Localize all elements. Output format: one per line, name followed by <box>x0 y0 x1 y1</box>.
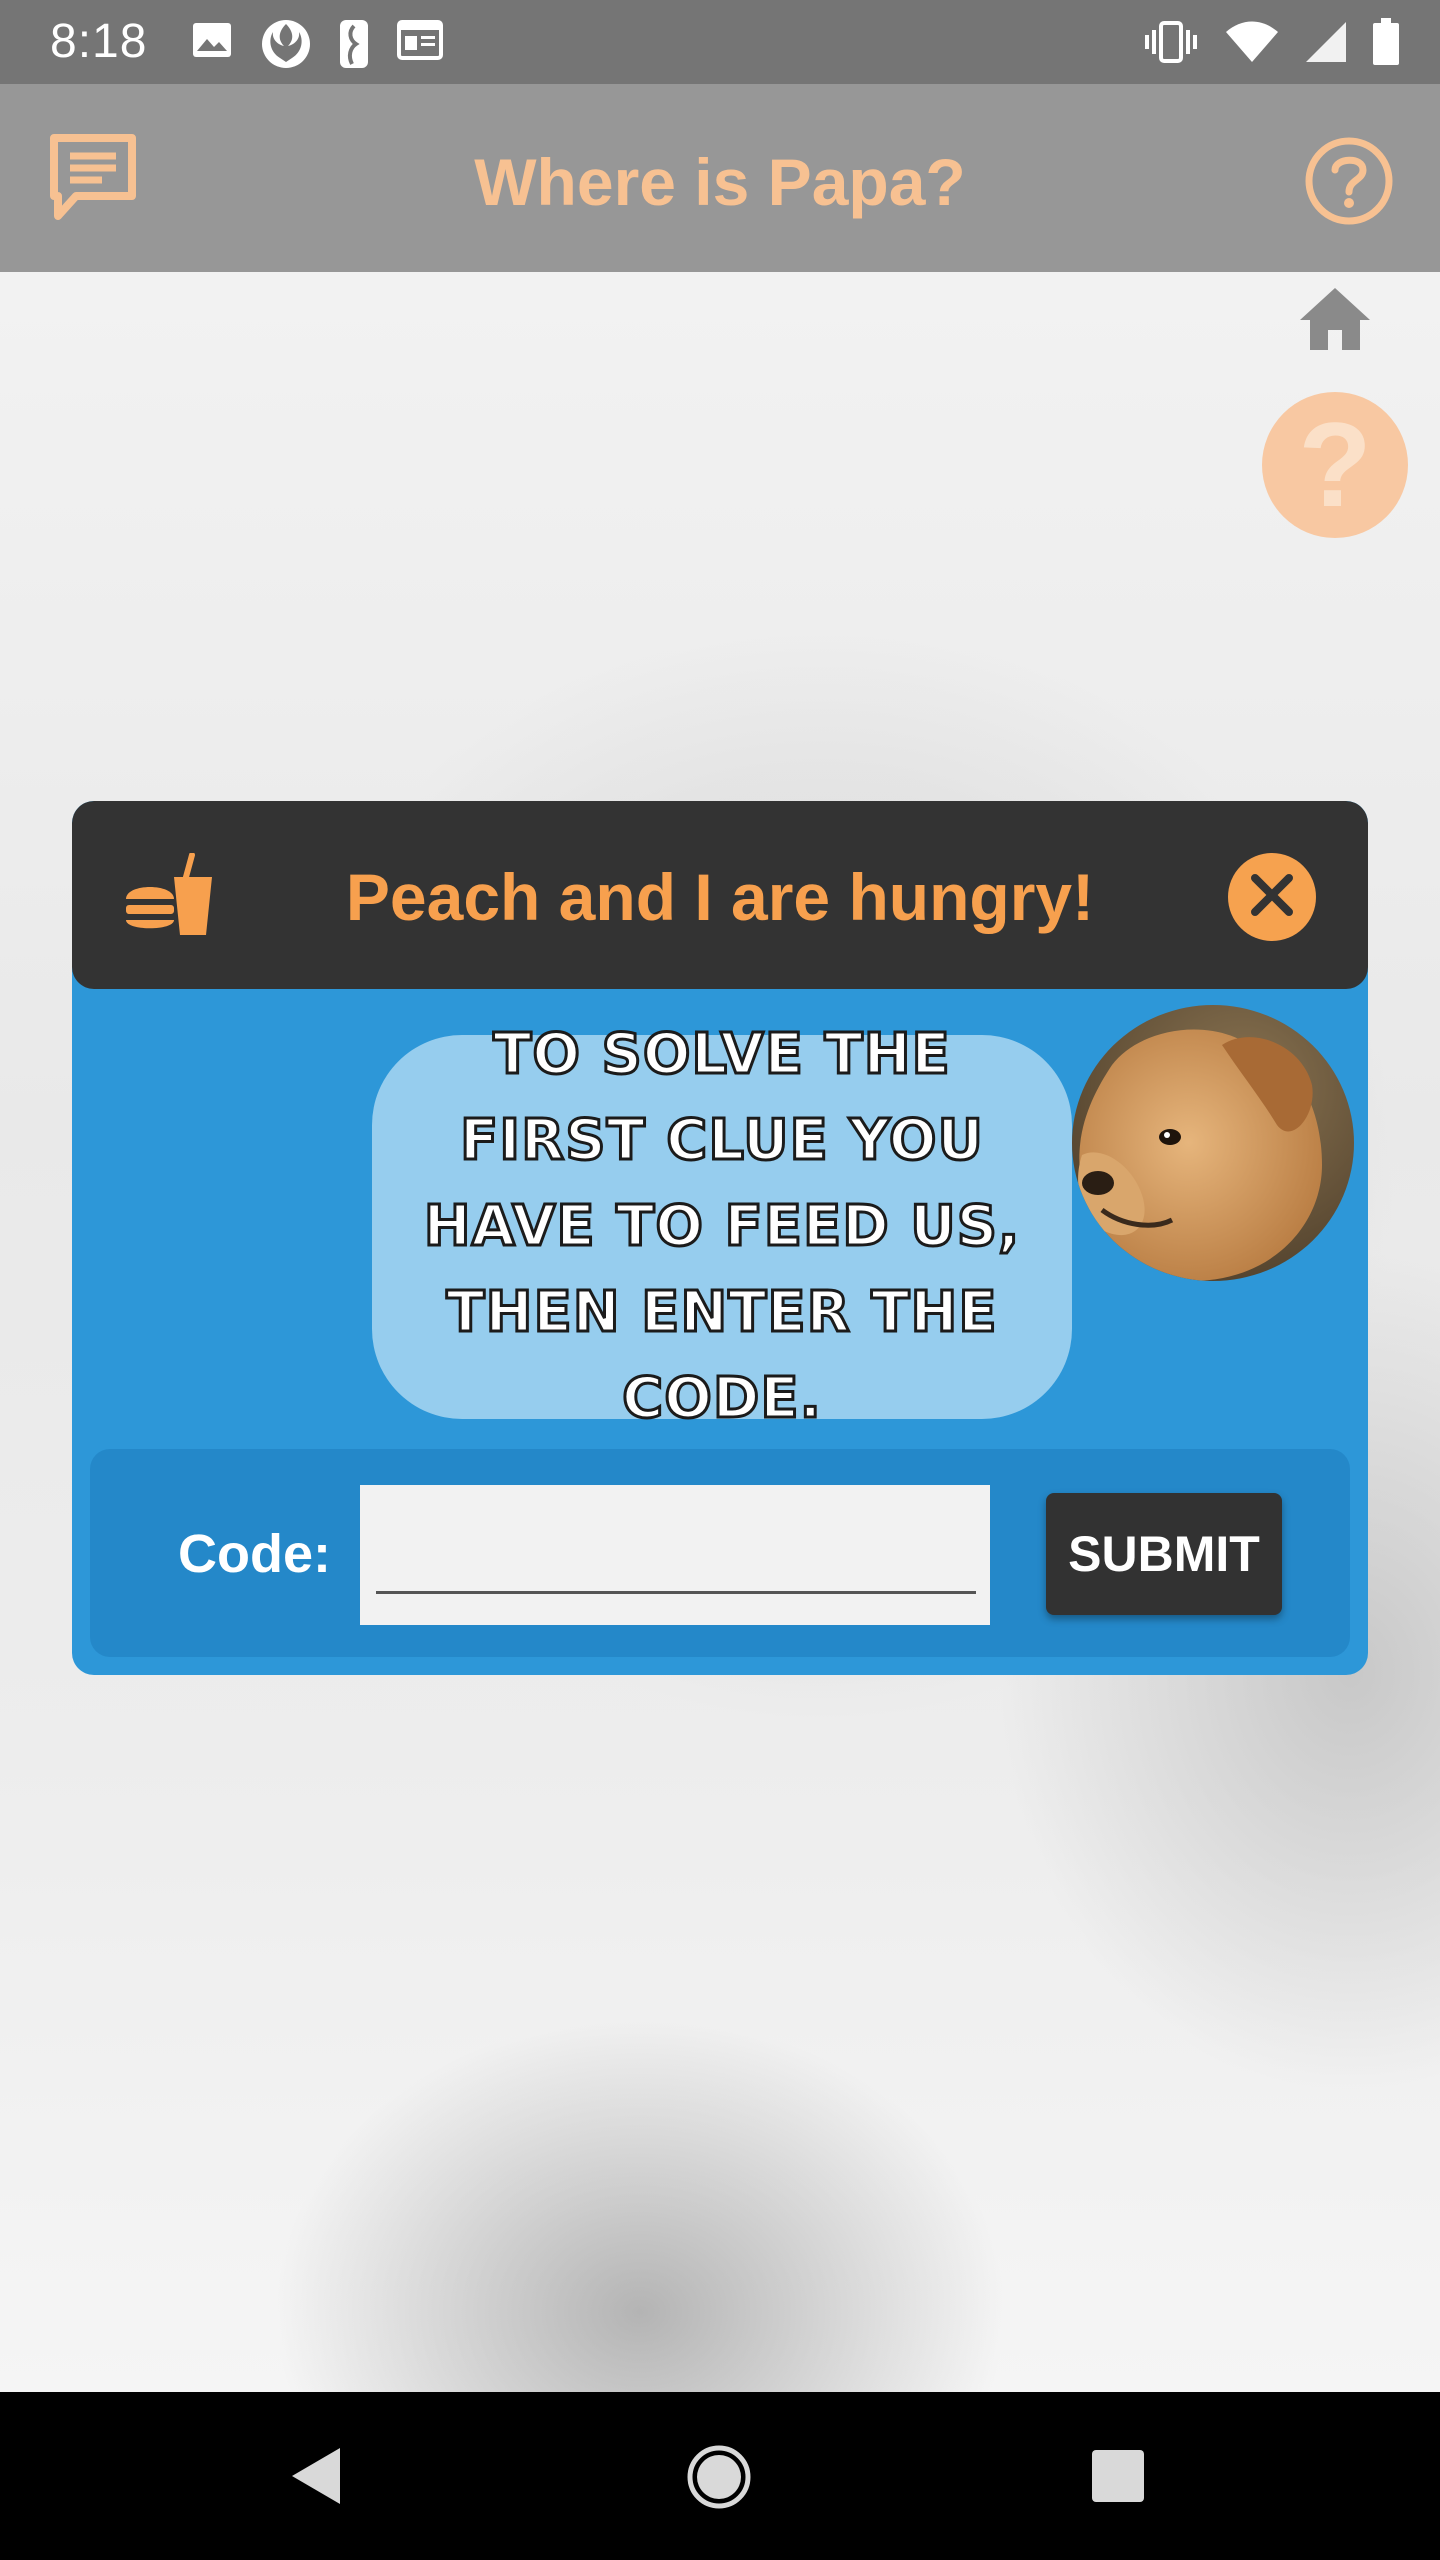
news-icon <box>396 18 444 70</box>
status-bar: 8:18 <box>0 0 1440 84</box>
speech-bubble: To solve the first clue you have to feed… <box>372 1021 1072 1433</box>
puppy-avatar <box>1072 1005 1354 1281</box>
code-input-underline <box>376 1591 976 1594</box>
home-circle-icon[interactable] <box>686 2444 752 2515</box>
code-input[interactable] <box>360 1485 990 1625</box>
close-button[interactable] <box>1228 853 1316 941</box>
hungry-dialog: Peach and I are hungry! To solve the fir… <box>72 801 1368 1675</box>
notification-icons <box>190 18 444 70</box>
back-icon[interactable] <box>288 2444 344 2513</box>
app-bar: Where is Papa? <box>0 84 1440 272</box>
help-button[interactable]: ? <box>1262 392 1408 538</box>
navigation-bar <box>0 2392 1440 2560</box>
image-icon <box>190 18 234 70</box>
status-time: 8:18 <box>50 15 148 68</box>
close-icon <box>1249 872 1295 923</box>
signal-icon <box>1304 20 1348 64</box>
system-icons <box>1142 18 1400 66</box>
dialog-header: Peach and I are hungry! <box>72 801 1368 989</box>
recent-apps-icon[interactable] <box>1090 2448 1146 2509</box>
wifi-icon <box>1224 20 1280 64</box>
code-label: Code: <box>178 1524 331 1584</box>
vibrate-icon <box>1142 20 1200 64</box>
home-icon[interactable] <box>1298 286 1372 357</box>
help-icon[interactable] <box>1304 136 1394 231</box>
battery-icon <box>1372 18 1400 66</box>
help-glyph: ? <box>1298 398 1372 532</box>
nba-icon <box>338 18 370 70</box>
submit-button[interactable]: SUBMIT <box>1046 1493 1282 1615</box>
code-panel: Code: SUBMIT <box>90 1449 1350 1657</box>
page-title: Where is Papa? <box>474 145 966 219</box>
dialog-title: Peach and I are hungry! <box>345 860 1095 934</box>
rebel-icon <box>260 18 312 70</box>
clue-message: To solve the first clue you have to feed… <box>422 1021 1021 1433</box>
